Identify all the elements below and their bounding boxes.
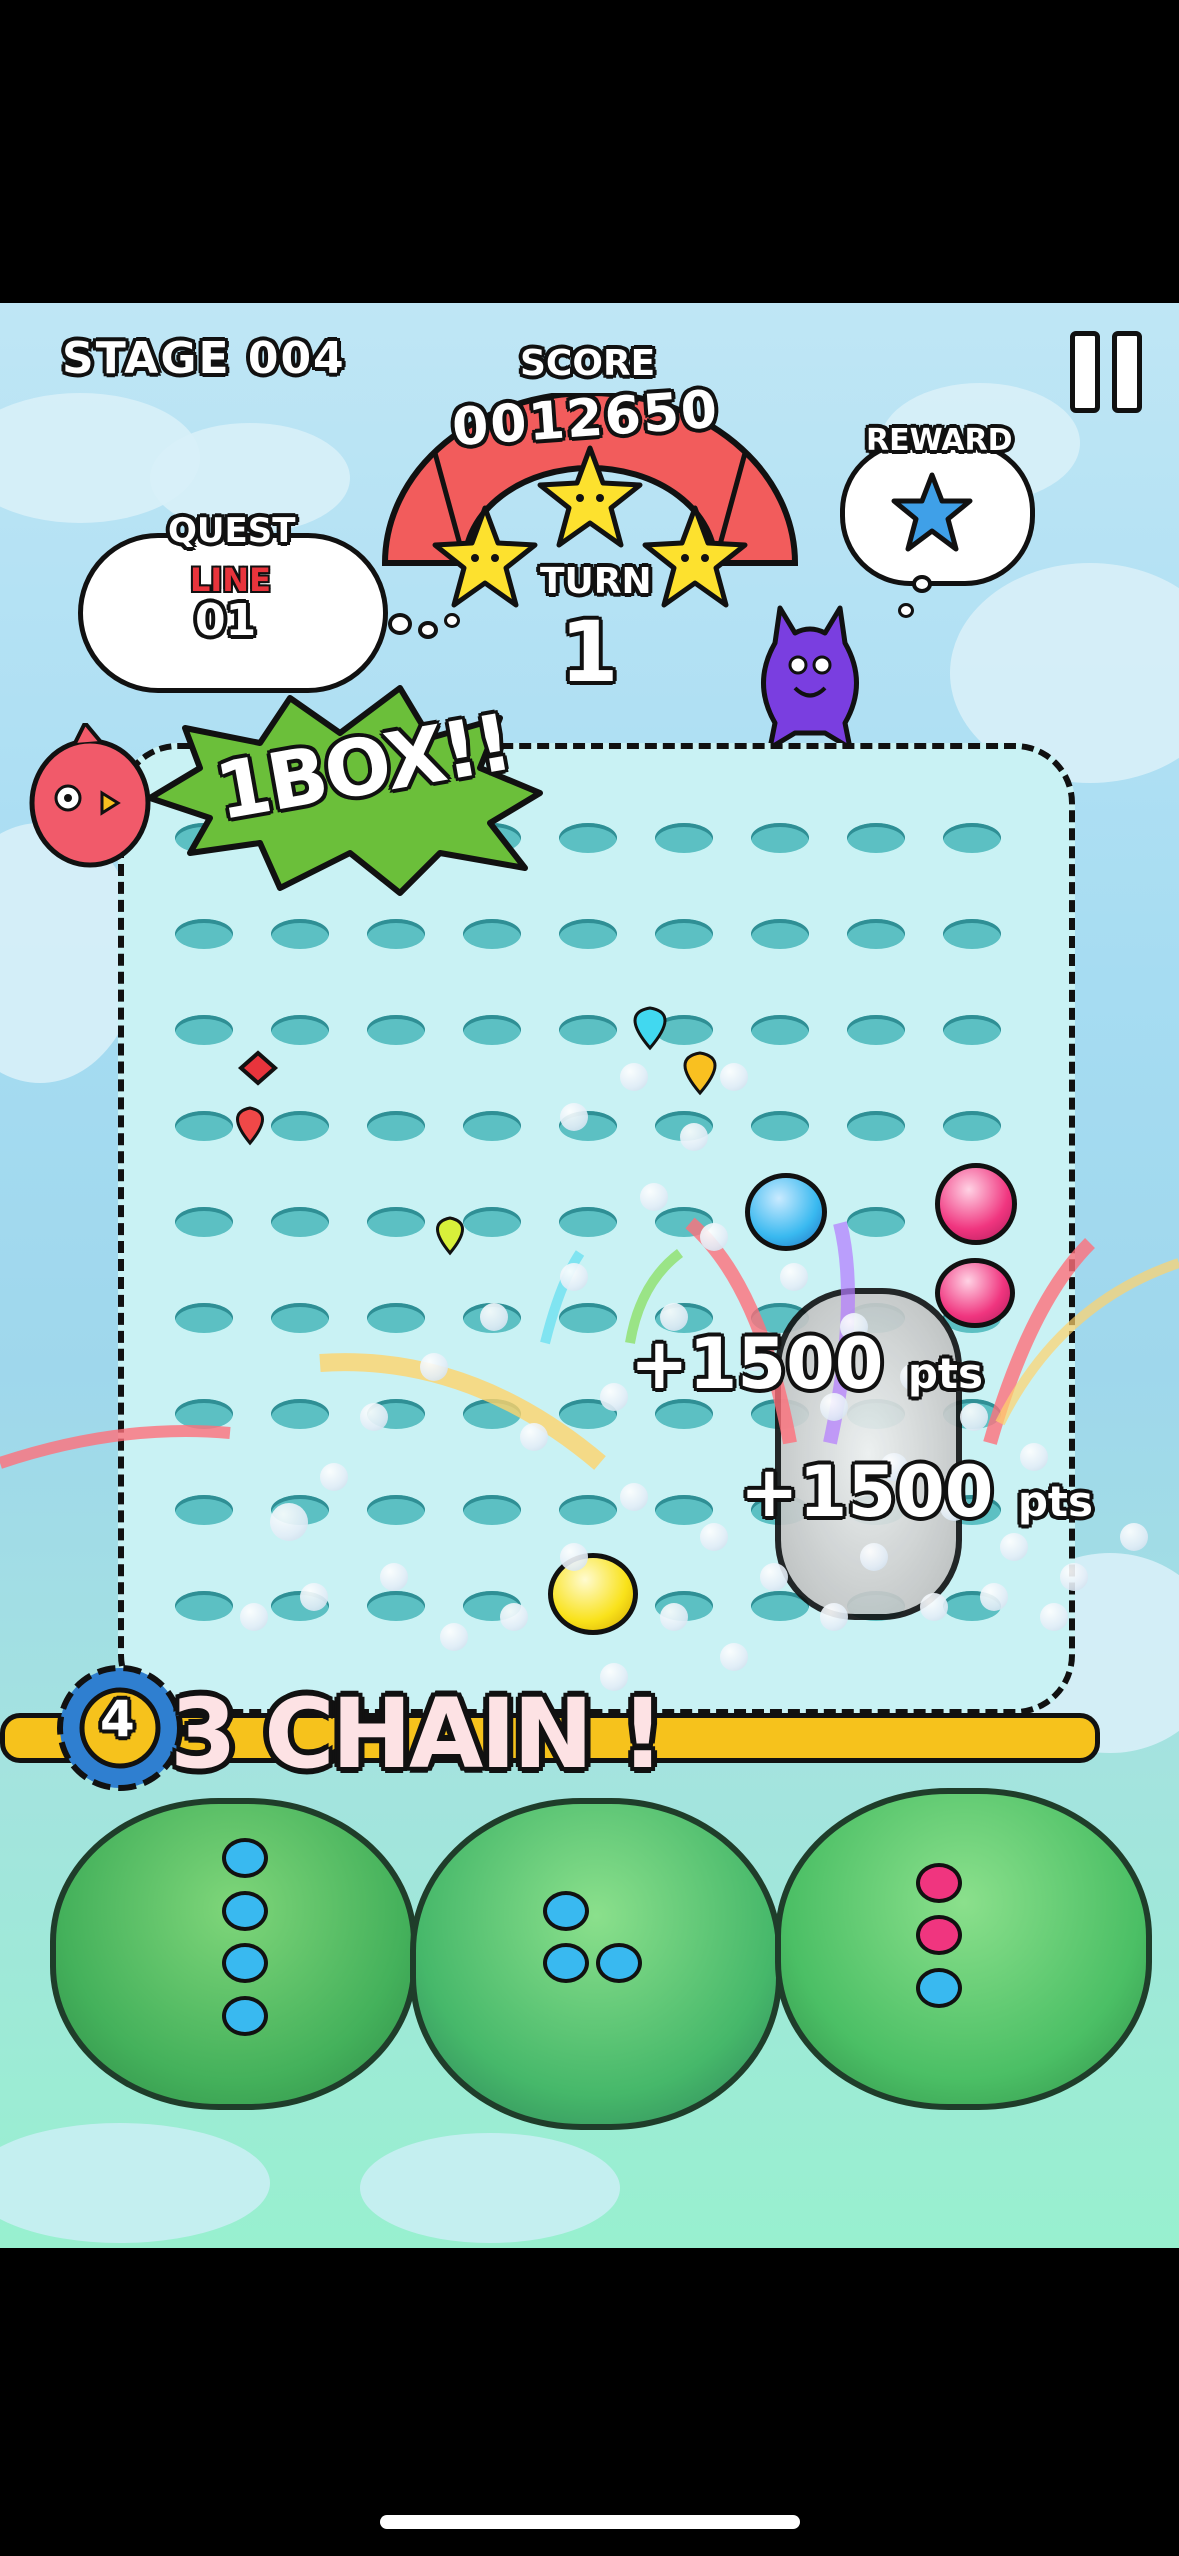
pause-button[interactable] bbox=[1070, 331, 1150, 413]
bubble bbox=[380, 1563, 408, 1591]
turn-label: TURN bbox=[540, 561, 652, 602]
queue-blue-gem bbox=[916, 1968, 962, 2008]
bubble bbox=[360, 1403, 388, 1431]
stage-label: STAGE 004 bbox=[62, 333, 346, 384]
bubble bbox=[270, 1503, 308, 1541]
bubble bbox=[820, 1603, 848, 1631]
thought-dot bbox=[444, 613, 460, 628]
bubble bbox=[960, 1403, 988, 1431]
points-unit: pts bbox=[907, 1349, 983, 1398]
bubble bbox=[560, 1543, 588, 1571]
bubble bbox=[780, 1263, 808, 1291]
bubble bbox=[1120, 1523, 1148, 1551]
bubble bbox=[980, 1583, 1008, 1611]
reward-label: REWARD bbox=[866, 423, 1013, 458]
points-amount: +1500 bbox=[630, 1323, 884, 1405]
reward-star-icon[interactable] bbox=[890, 471, 974, 555]
points-unit: pts bbox=[1017, 1477, 1093, 1526]
score-label: SCORE bbox=[520, 343, 656, 384]
bubble bbox=[560, 1263, 588, 1291]
queue-blue-gem bbox=[543, 1891, 589, 1931]
bubble bbox=[720, 1063, 748, 1091]
queue-blue-gem bbox=[543, 1943, 589, 1983]
chain-text: 3 CHAIN ! bbox=[170, 1678, 665, 1790]
bubble bbox=[700, 1223, 728, 1251]
bubble bbox=[320, 1463, 348, 1491]
purple-monster-icon bbox=[761, 605, 859, 751]
board-hole bbox=[559, 823, 617, 853]
board-hole bbox=[943, 823, 1001, 853]
pink-bird-icon bbox=[29, 723, 151, 868]
star-icon bbox=[642, 505, 748, 608]
thought-dot bbox=[898, 603, 914, 618]
bubble bbox=[1040, 1603, 1068, 1631]
bubble bbox=[920, 1593, 948, 1621]
queue-pink-gem bbox=[916, 1863, 962, 1903]
board-hole bbox=[655, 823, 713, 853]
points-amount: +1500 bbox=[740, 1451, 994, 1533]
turn-value: 1 bbox=[560, 603, 619, 701]
bubble bbox=[680, 1123, 708, 1151]
star-icon bbox=[432, 505, 538, 608]
bubble bbox=[300, 1583, 328, 1611]
bubble bbox=[1060, 1563, 1088, 1591]
thought-dot bbox=[388, 613, 412, 635]
queue-blue-gem bbox=[222, 1943, 268, 1983]
board-hole bbox=[847, 823, 905, 853]
bubble bbox=[420, 1353, 448, 1381]
bubble bbox=[860, 1543, 888, 1571]
chain-badge-number: 4 bbox=[100, 1690, 135, 1748]
bubble bbox=[700, 1523, 728, 1551]
bubble bbox=[500, 1603, 528, 1631]
bubble bbox=[520, 1423, 548, 1451]
bubble bbox=[720, 1643, 748, 1671]
points-popup: +1500 pts bbox=[740, 1451, 1093, 1533]
bubble bbox=[640, 1183, 668, 1211]
background-cloud bbox=[0, 2123, 270, 2243]
bubble bbox=[480, 1303, 508, 1331]
home-indicator[interactable] bbox=[380, 2515, 800, 2529]
queue-blue-gem bbox=[222, 1891, 268, 1931]
bubble bbox=[600, 1383, 628, 1411]
bubble bbox=[1000, 1533, 1028, 1561]
bubble bbox=[240, 1603, 268, 1631]
bubble bbox=[440, 1623, 468, 1651]
bubble bbox=[620, 1483, 648, 1511]
bubble bbox=[560, 1103, 588, 1131]
bubble bbox=[620, 1063, 648, 1091]
thought-dot bbox=[418, 621, 438, 639]
bush-queue-3[interactable] bbox=[775, 1788, 1152, 2110]
game-screen: STAGE 004 SCORE 0012650 TURN 1 QUEST LIN… bbox=[0, 303, 1179, 2248]
quest-title: QUEST bbox=[168, 511, 296, 551]
board-hole bbox=[751, 823, 809, 853]
queue-blue-gem bbox=[596, 1943, 642, 1983]
quest-type: LINE bbox=[190, 561, 271, 599]
bubble bbox=[760, 1563, 788, 1591]
queue-blue-gem bbox=[222, 1996, 268, 2036]
star-icon bbox=[537, 445, 643, 548]
bubble bbox=[660, 1603, 688, 1631]
points-popup: +1500 pts bbox=[630, 1323, 983, 1405]
quest-count: 01 bbox=[195, 595, 257, 646]
queue-pink-gem bbox=[916, 1915, 962, 1955]
queue-blue-gem bbox=[222, 1838, 268, 1878]
thought-dot bbox=[912, 575, 932, 593]
background-cloud bbox=[360, 2133, 620, 2243]
